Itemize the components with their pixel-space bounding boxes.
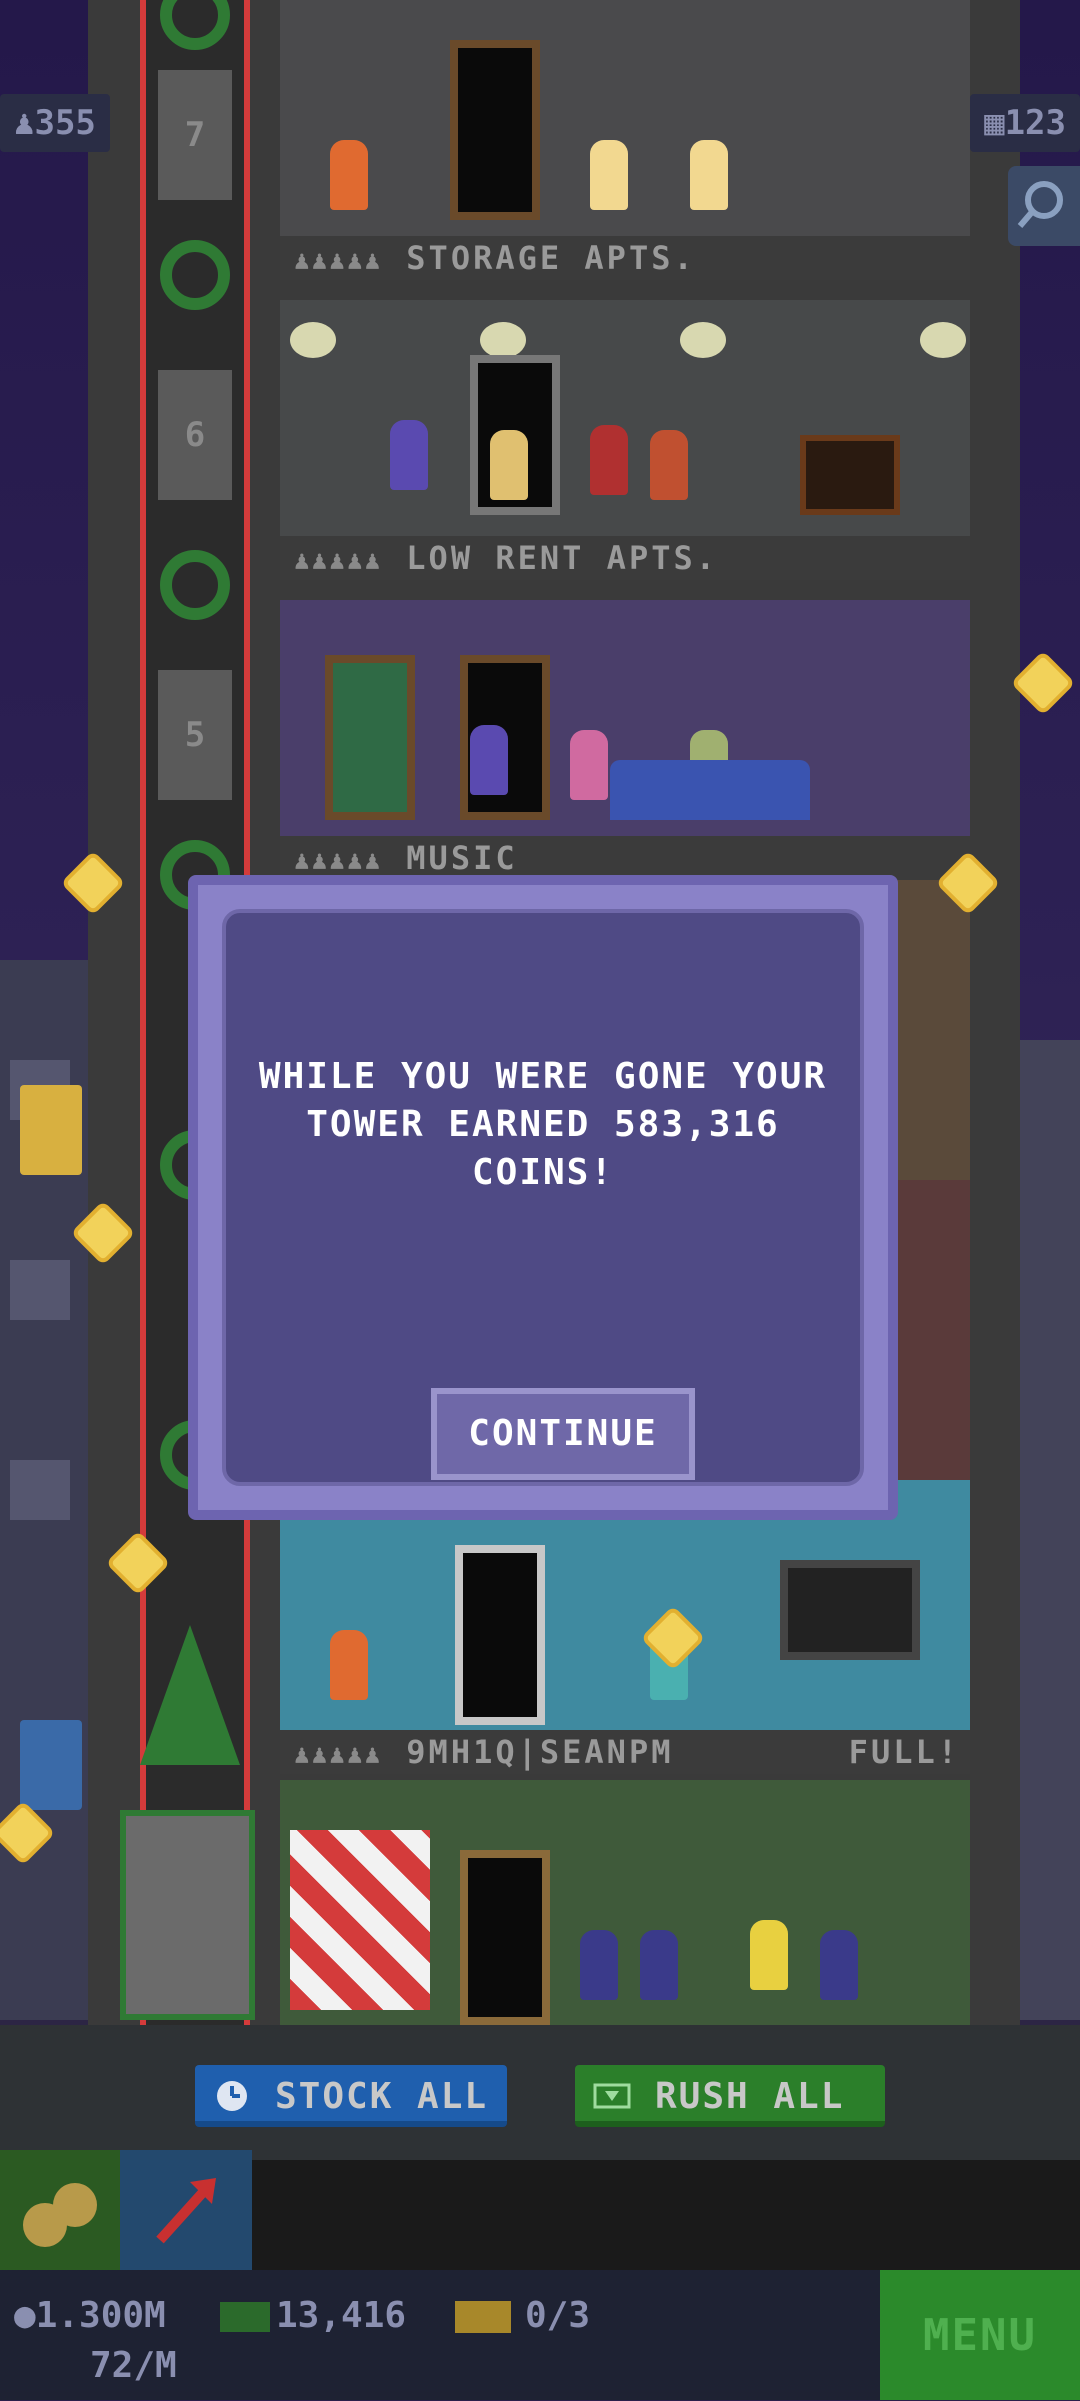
coin-icon: ● (14, 2295, 36, 2336)
vip-counter-value: 0/3 (525, 2295, 591, 2336)
search-button[interactable] (1008, 166, 1080, 246)
side-button-left-2[interactable] (20, 1720, 82, 1810)
coin-balance-value: 1.300M (35, 2295, 166, 2336)
stock-all-label: STOCK ALL (275, 2076, 489, 2117)
floor-name: MUSIC (406, 839, 518, 877)
tenant (580, 1930, 618, 2000)
apartment-door (455, 1545, 545, 1725)
tenant (820, 1930, 858, 2000)
wreath-icon (160, 550, 230, 620)
dialog-panel: WHILE YOU WERE GONE YOUR TOWER EARNED 58… (222, 909, 864, 1486)
floor-strip (252, 2160, 1080, 2270)
floor-name: 9MH1Q|SEANPM (406, 1733, 674, 1771)
shaft-floor-number: 7 (158, 70, 232, 200)
bux-balance-value: 13,416 (276, 2295, 407, 2336)
computer-monitor-icon (780, 1560, 920, 1660)
build-floor-button[interactable] (120, 2150, 252, 2270)
population-counter: ♟355 (0, 94, 110, 152)
floor-music[interactable]: ♟♟♟♟♟ MUSIC (280, 600, 970, 880)
floor-count-value: 123 (1004, 103, 1066, 143)
stock-all-button[interactable]: STOCK ALL (195, 2065, 507, 2127)
lobby-elevator-car[interactable] (120, 1810, 255, 2020)
tenant (390, 420, 428, 490)
building-window (10, 1460, 70, 1520)
shaft-floor-number: 6 (158, 370, 232, 500)
rush-all-button[interactable]: RUSH ALL (575, 2065, 885, 2127)
occupancy-icon: ♟♟♟♟♟ (294, 546, 383, 576)
tenant (470, 725, 508, 795)
tenant (590, 140, 628, 210)
tenant (490, 430, 528, 500)
candy-cane-pillar-icon (290, 1830, 430, 2010)
floor-label-bar: ♟♟♟♟♟ MUSIC (280, 836, 970, 880)
side-button-left[interactable] (20, 1085, 82, 1175)
apartment-door (325, 655, 415, 820)
floor-name: LOW RENT APTS. (406, 539, 718, 577)
coin-balance: ●1.300M (14, 2295, 166, 2336)
collect-coins-button[interactable] (0, 2150, 120, 2270)
floor-storage-apts[interactable]: ♟♟♟♟♟ STORAGE APTS. (280, 0, 970, 280)
tenant (650, 430, 688, 500)
floor-label-bar: ♟♟♟♟♟ STORAGE APTS. (280, 236, 970, 280)
building-window (10, 1260, 70, 1320)
tenant (570, 730, 608, 800)
shaft-floor-number: 5 (158, 670, 232, 800)
occupancy-icon: ♟♟♟♟♟ (294, 1740, 383, 1770)
coins-stack-icon (23, 2183, 97, 2247)
bux-icon (220, 2302, 270, 2332)
offline-earnings-dialog: WHILE YOU WERE GONE YOUR TOWER EARNED 58… (188, 875, 898, 1520)
lamp-icon (920, 322, 966, 358)
rush-all-label: RUSH ALL (655, 2076, 845, 2117)
hammer-arrow-icon (156, 2178, 216, 2244)
lamp-icon (480, 322, 526, 358)
tenant (330, 140, 368, 210)
continue-button[interactable]: CONTINUE (431, 1388, 695, 1480)
floor-name: STORAGE APTS. (406, 239, 696, 277)
tenant (750, 1920, 788, 1990)
occupancy-icon: ♟♟♟♟♟ (294, 246, 383, 276)
background-building-right (1020, 1040, 1080, 2020)
population-value: 355 (34, 103, 96, 143)
apartment-door (450, 40, 540, 220)
lamp-icon (680, 322, 726, 358)
rush-arrow-icon (593, 2083, 631, 2109)
floor-lobby[interactable] (280, 1780, 970, 2025)
lobby-door (460, 1850, 550, 2025)
bux-balance: 13,416 (220, 2295, 406, 2336)
clock-icon (217, 2081, 247, 2111)
tenant (640, 1930, 678, 2000)
person-icon: ♟ (14, 103, 35, 143)
floor-label-bar: ♟♟♟♟♟ 9MH1Q|SEANPM FULL! (280, 1730, 970, 1774)
sofa-icon (610, 760, 810, 820)
wreath-icon (160, 0, 230, 50)
floor-low-rent-apts[interactable]: ♟♟♟♟♟ LOW RENT APTS. (280, 300, 970, 580)
floor-label-bar: ♟♟♟♟♟ LOW RENT APTS. (280, 536, 970, 580)
lamp-icon (290, 322, 336, 358)
menu-button[interactable]: MENU (880, 2270, 1080, 2400)
vip-ticket-icon (455, 2301, 511, 2333)
wreath-icon (160, 240, 230, 310)
building-icon: ▦ (984, 103, 1005, 143)
tenant (330, 1630, 368, 1700)
tenant (590, 425, 628, 495)
magnifier-icon (1017, 181, 1063, 228)
tenant (690, 140, 728, 210)
floor-counter: ▦123 (970, 94, 1080, 152)
vip-counter: 0/3 (455, 2295, 590, 2336)
floor-full-badge: FULL! (848, 1733, 960, 1771)
tv-icon (800, 435, 900, 515)
occupancy-icon: ♟♟♟♟♟ (294, 846, 383, 876)
christmas-tree-icon (140, 1625, 240, 1765)
coin-rate: 72/M (90, 2345, 177, 2386)
floor-9mh1q-seanpm[interactable]: ♟♟♟♟♟ 9MH1Q|SEANPM FULL! (280, 1480, 970, 1780)
dialog-message: WHILE YOU WERE GONE YOUR TOWER EARNED 58… (258, 1056, 828, 1193)
